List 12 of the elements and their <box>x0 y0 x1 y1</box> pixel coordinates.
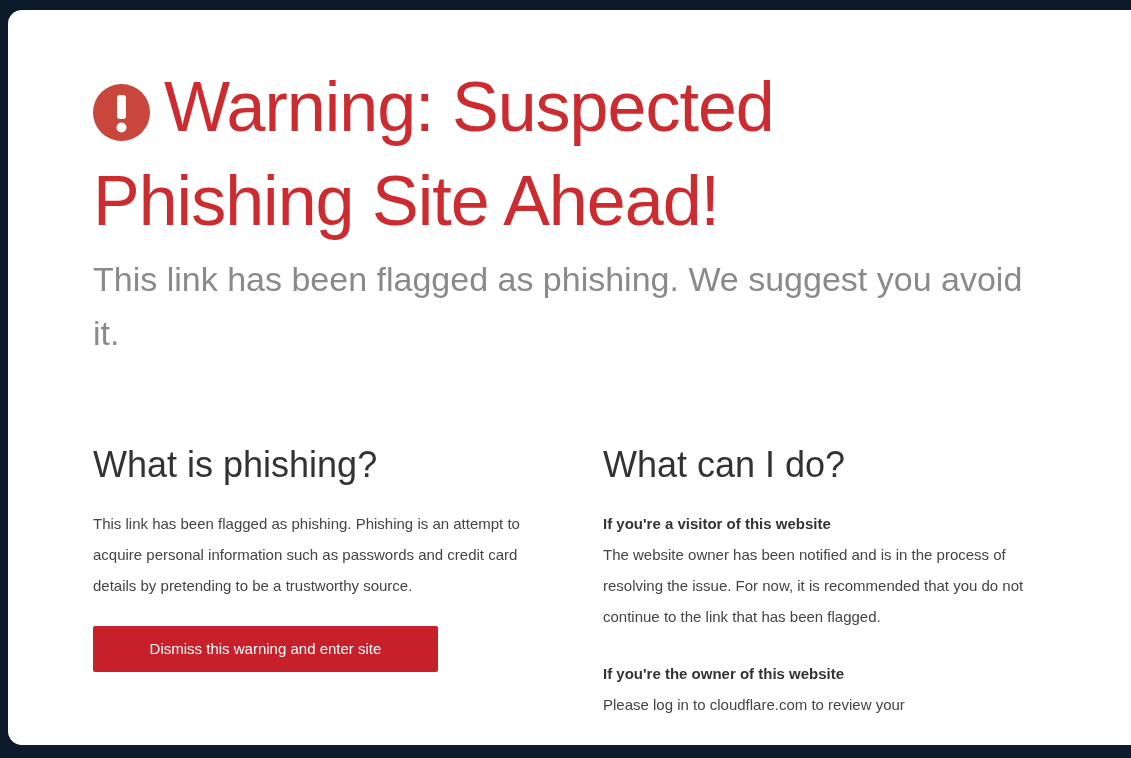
section-text: This link has been flagged as phishing. Phishing is an attempt to acquire personal information such as passwords and credit card details by pretending to be a trustworthy source. <box>93 514 521 596</box>
warning-title: Phishing Site Ahead! <box>93 161 721 242</box>
section-text: The website owner has been notified and is in the process of resolving the issue. For now, it is recommended that you do not continue to the link that has been flagged. <box>603 545 1025 627</box>
warning-subtitle: This link has been flagged as phishing. We suggest you avoid it. <box>93 259 1024 354</box>
subsection-title: If you're a visitor of this website <box>603 514 832 534</box>
section-heading: What can I do? <box>603 443 847 487</box>
section-text: Please log in to cloudflare.com to review your <box>603 695 906 715</box>
warning-icon <box>93 84 150 141</box>
warning-title: Warning: Suspected <box>164 67 774 148</box>
subsection-title: If you're the owner of this website <box>603 664 846 684</box>
dismiss-button[interactable]: Dismiss this warning and enter site <box>93 626 438 672</box>
section-heading: What is phishing? <box>93 443 379 487</box>
